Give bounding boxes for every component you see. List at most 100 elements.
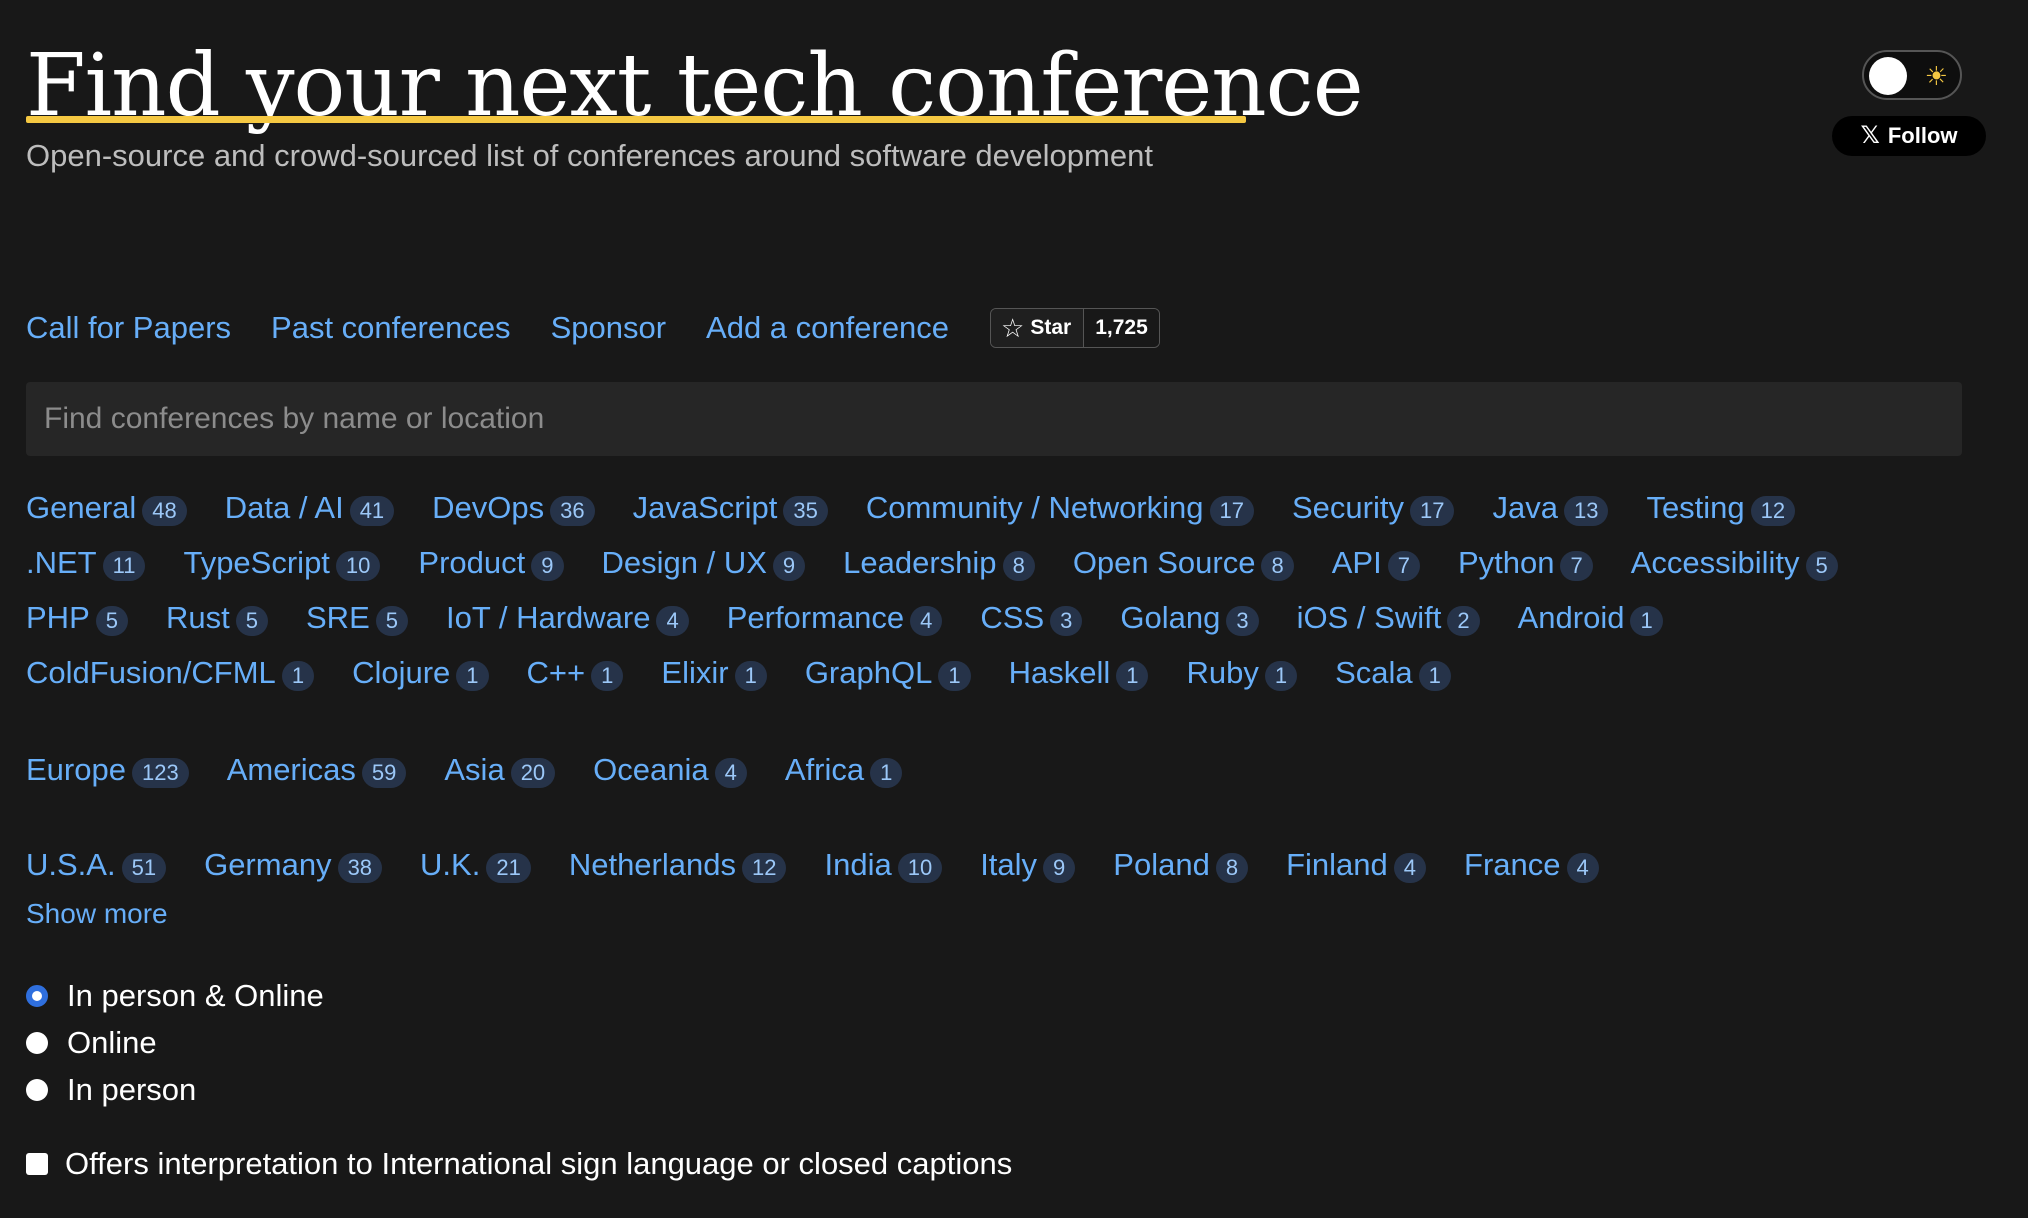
topic-tag-java[interactable]: Java 13 bbox=[1492, 480, 1609, 535]
nav-link-past-conferences[interactable]: Past conferences bbox=[271, 310, 511, 346]
topic-tag-elixir[interactable]: Elixir 1 bbox=[661, 645, 767, 700]
topic-tag-count-badge: 10 bbox=[335, 550, 381, 581]
continent-tag-americas[interactable]: Americas 59 bbox=[227, 742, 407, 797]
topic-tag-python[interactable]: Python 7 bbox=[1458, 535, 1593, 590]
topic-tag-count-badge: 17 bbox=[1409, 495, 1455, 526]
country-tag-netherlands[interactable]: Netherlands 12 bbox=[569, 837, 787, 892]
topic-tag-label: PHP bbox=[26, 600, 90, 635]
topic-tag-data-ai[interactable]: Data / AI 41 bbox=[225, 480, 395, 535]
search-input[interactable] bbox=[26, 382, 1962, 456]
country-tag-poland[interactable]: Poland 8 bbox=[1113, 837, 1249, 892]
country-tag-italy[interactable]: Italy 9 bbox=[980, 837, 1076, 892]
topic-tag-php[interactable]: PHP 5 bbox=[26, 590, 128, 645]
attendance-radio[interactable] bbox=[26, 1078, 48, 1101]
topic-tag-general[interactable]: General 48 bbox=[26, 480, 187, 535]
topic-tag-open-source[interactable]: Open Source 8 bbox=[1073, 535, 1294, 590]
github-star-button[interactable]: ☆ Star bbox=[991, 309, 1084, 347]
country-tag-u-k[interactable]: U.K. 21 bbox=[420, 837, 531, 892]
continent-filter-list: Europe 123 Americas 59 Asia 20 Oceania 4 Africa 1 bbox=[26, 742, 1962, 797]
continent-tag-count-badge: 59 bbox=[361, 757, 407, 788]
continent-tag-label: Europe bbox=[26, 752, 126, 787]
attendance-radio-label: Online bbox=[67, 1024, 157, 1060]
topic-tag-count-badge: 48 bbox=[142, 495, 187, 526]
topic-tag-label: Accessibility bbox=[1630, 545, 1800, 580]
continent-tag-count-badge: 1 bbox=[870, 757, 903, 788]
country-tag-finland[interactable]: Finland 4 bbox=[1286, 837, 1427, 892]
attendance-option-in-person-online[interactable]: In person & Online bbox=[26, 972, 324, 1019]
topic-tag-iot-hardware[interactable]: IoT / Hardware 4 bbox=[446, 590, 689, 645]
nav-link-add-conference[interactable]: Add a conference bbox=[706, 310, 949, 346]
topic-tag-count-badge: 1 bbox=[1418, 660, 1451, 691]
country-tag-u-s-a[interactable]: U.S.A. 51 bbox=[26, 837, 167, 892]
country-tag-india[interactable]: India 10 bbox=[824, 837, 943, 892]
topic-tag-label: GraphQL bbox=[804, 655, 933, 690]
country-tag-count-badge: 9 bbox=[1043, 852, 1076, 883]
country-tag-france[interactable]: France 4 bbox=[1464, 837, 1599, 892]
continent-tag-oceania[interactable]: Oceania 4 bbox=[593, 742, 747, 797]
topic-tag-label: API bbox=[1331, 545, 1382, 580]
attendance-radio[interactable] bbox=[26, 1031, 48, 1054]
topic-tag-accessibility[interactable]: Accessibility 5 bbox=[1631, 535, 1838, 590]
topic-tag-css[interactable]: CSS 3 bbox=[980, 590, 1083, 645]
topic-tag-graphql[interactable]: GraphQL 1 bbox=[805, 645, 971, 700]
topic-tag-security[interactable]: Security 17 bbox=[1292, 480, 1455, 535]
x-follow-button[interactable]: 𝕏 Follow bbox=[1832, 116, 1986, 156]
nav-link-sponsor[interactable]: Sponsor bbox=[551, 310, 666, 346]
topic-tag-leadership[interactable]: Leadership 8 bbox=[843, 535, 1035, 590]
show-more-link[interactable]: Show more bbox=[26, 898, 168, 930]
topic-tag-coldfusion-cfml[interactable]: ColdFusion/CFML 1 bbox=[26, 645, 315, 700]
topic-tag-product[interactable]: Product 9 bbox=[418, 535, 564, 590]
topic-tag-android[interactable]: Android 1 bbox=[1518, 590, 1663, 645]
attendance-option-in-person[interactable]: In person bbox=[26, 1066, 324, 1113]
attendance-radio[interactable] bbox=[26, 984, 48, 1007]
topic-tag-label: Haskell bbox=[1008, 655, 1111, 690]
topic-tag-count-badge: 3 bbox=[1050, 605, 1083, 636]
attendance-radio-label: In person bbox=[67, 1071, 197, 1107]
continent-tag-count-badge: 20 bbox=[510, 757, 556, 788]
attendance-options: In person & Online Online In person bbox=[26, 972, 324, 1113]
topic-tag-count-badge: 1 bbox=[456, 660, 489, 691]
star-count[interactable]: 1,725 bbox=[1083, 309, 1159, 347]
attendance-radio-label: In person & Online bbox=[67, 977, 324, 1013]
topic-tag-devops[interactable]: DevOps 36 bbox=[432, 480, 595, 535]
topic-tag-rust[interactable]: Rust 5 bbox=[166, 590, 268, 645]
topic-tag-c[interactable]: C++ 1 bbox=[527, 645, 624, 700]
topic-tag-count-badge: 1 bbox=[1630, 605, 1663, 636]
attendance-option-online[interactable]: Online bbox=[26, 1019, 324, 1066]
topic-tag-label: Testing bbox=[1646, 490, 1745, 525]
x-logo-icon: 𝕏 bbox=[1860, 122, 1880, 149]
topic-tag-count-badge: 1 bbox=[938, 660, 971, 691]
topic-tag-performance[interactable]: Performance 4 bbox=[727, 590, 943, 645]
topic-tag-count-badge: 1 bbox=[734, 660, 767, 691]
nav-link-call-for-papers[interactable]: Call for Papers bbox=[26, 310, 231, 346]
topic-tag-label: Product bbox=[418, 545, 526, 580]
topic-tag-net[interactable]: .NET 11 bbox=[26, 535, 146, 590]
topic-tag-golang[interactable]: Golang 3 bbox=[1120, 590, 1259, 645]
topic-tag-ruby[interactable]: Ruby 1 bbox=[1186, 645, 1298, 700]
topic-tag-count-badge: 5 bbox=[1805, 550, 1838, 581]
country-tag-germany[interactable]: Germany 38 bbox=[204, 837, 383, 892]
topic-tag-community-networking[interactable]: Community / Networking 17 bbox=[866, 480, 1254, 535]
topic-tag-typescript[interactable]: TypeScript 10 bbox=[183, 535, 381, 590]
continent-tag-europe[interactable]: Europe 123 bbox=[26, 742, 189, 797]
topic-tag-clojure[interactable]: Clojure 1 bbox=[352, 645, 489, 700]
topic-tag-label: Python bbox=[1457, 545, 1555, 580]
main-nav: Call for Papers Past conferences Sponsor… bbox=[26, 308, 1160, 348]
accessibility-checkbox-option[interactable]: Offers interpretation to International s… bbox=[26, 1146, 1012, 1182]
theme-toggle[interactable]: ☀ bbox=[1862, 50, 1962, 100]
topic-tag-haskell[interactable]: Haskell 1 bbox=[1009, 645, 1149, 700]
topic-tag-scala[interactable]: Scala 1 bbox=[1335, 645, 1451, 700]
country-tag-count-badge: 10 bbox=[897, 852, 943, 883]
star-label: Star bbox=[1030, 316, 1072, 339]
topic-tag-label: Java bbox=[1492, 490, 1558, 525]
toggle-knob bbox=[1869, 57, 1907, 95]
continent-tag-africa[interactable]: Africa 1 bbox=[785, 742, 903, 797]
topic-tag-ios-swift[interactable]: iOS / Swift 2 bbox=[1297, 590, 1480, 645]
continent-tag-asia[interactable]: Asia 20 bbox=[444, 742, 556, 797]
topic-tag-sre[interactable]: SRE 5 bbox=[306, 590, 408, 645]
topic-tag-design-ux[interactable]: Design / UX 9 bbox=[602, 535, 806, 590]
topic-tag-javascript[interactable]: JavaScript 35 bbox=[633, 480, 828, 535]
topic-tag-testing[interactable]: Testing 12 bbox=[1646, 480, 1796, 535]
topic-tag-api[interactable]: API 7 bbox=[1332, 535, 1420, 590]
accessibility-checkbox[interactable] bbox=[26, 1153, 48, 1175]
